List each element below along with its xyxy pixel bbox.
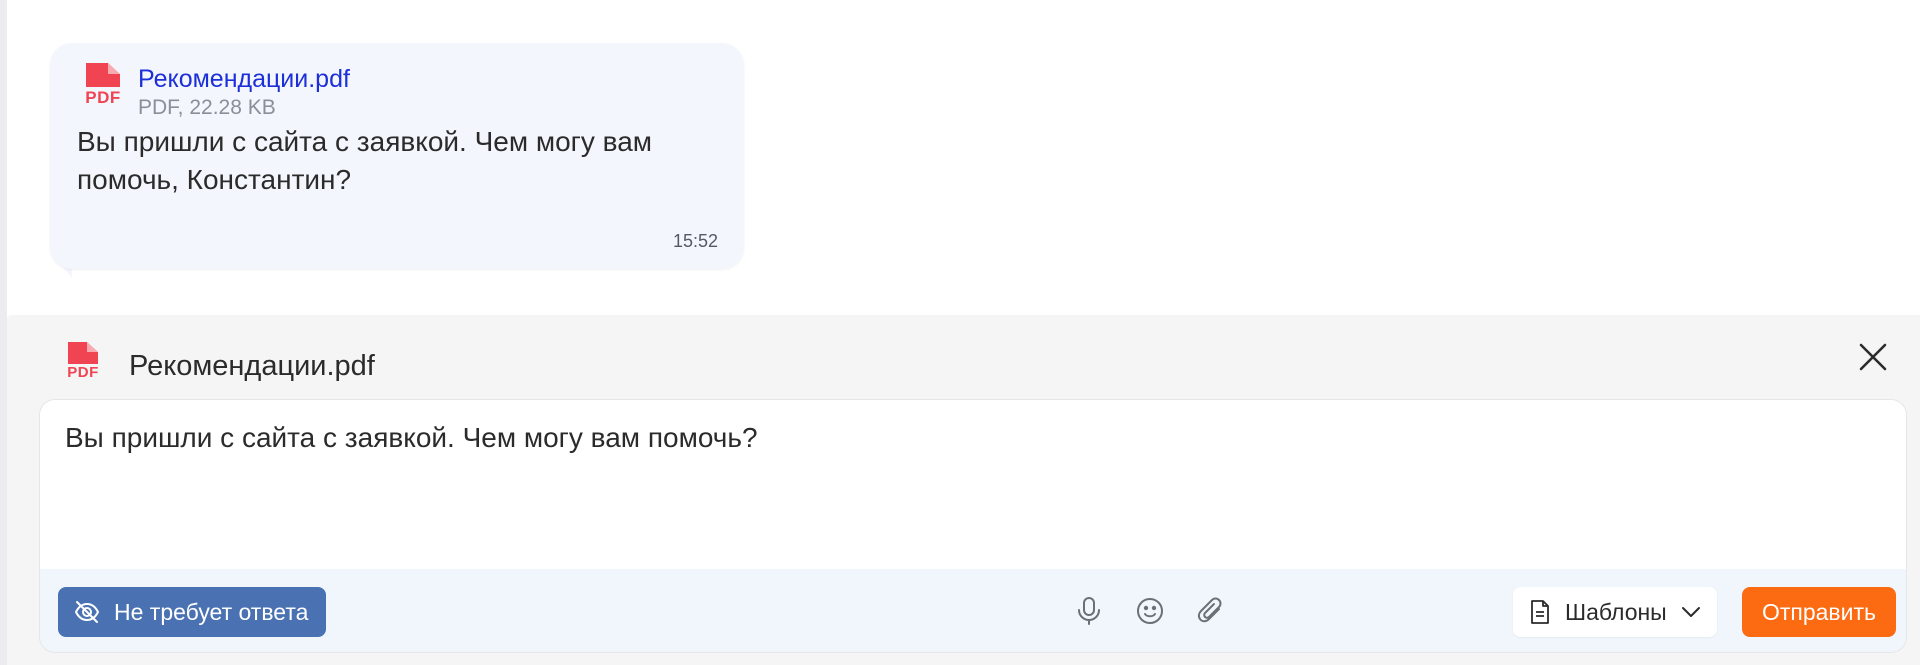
templates-label: Шаблоны xyxy=(1565,598,1667,625)
composer-panel: PDF Рекомендации.pdf Не требует ответа xyxy=(7,315,1920,665)
no-reply-button[interactable]: Не требует ответа xyxy=(58,587,327,637)
left-panel-edge xyxy=(0,0,7,665)
message-bubble: PDF Рекомендации.pdf PDF, 22.28 KB Вы пр… xyxy=(50,43,744,269)
document-icon xyxy=(1529,599,1551,625)
send-button[interactable]: Отправить xyxy=(1742,587,1896,637)
message-attachment[interactable]: PDF Рекомендации.pdf PDF, 22.28 KB xyxy=(83,63,350,121)
message-timestamp: 15:52 xyxy=(672,231,718,251)
microphone-icon[interactable] xyxy=(1071,593,1107,629)
no-reply-label: Не требует ответа xyxy=(114,598,309,625)
composer-toolbar: Не требует ответа Шаблоны Отправить xyxy=(39,569,1907,653)
emoji-smile-icon[interactable] xyxy=(1132,593,1168,629)
composer-attachment: PDF Рекомендации.pdf xyxy=(65,338,375,386)
templates-dropdown[interactable]: Шаблоны xyxy=(1513,587,1717,637)
pdf-file-icon: PDF xyxy=(83,63,123,107)
pdf-type-label: PDF xyxy=(67,364,99,381)
paperclip-icon[interactable] xyxy=(1193,593,1229,629)
composer-attachment-name: Рекомендации.pdf xyxy=(129,350,375,382)
message-input-box xyxy=(39,399,1907,569)
pdf-file-icon: PDF xyxy=(65,342,101,382)
attachment-file-name-link[interactable]: Рекомендации.pdf xyxy=(138,63,350,95)
attachment-file-info: PDF, 22.28 KB xyxy=(138,96,276,119)
message-text: Вы пришли с сайта с заявкой. Чем могу ва… xyxy=(77,126,653,195)
pdf-type-label: PDF xyxy=(85,88,121,107)
chevron-down-icon xyxy=(1681,606,1701,618)
eye-off-icon xyxy=(74,599,100,625)
remove-attachment-close-icon[interactable] xyxy=(1853,337,1893,377)
message-input[interactable] xyxy=(65,420,1865,550)
